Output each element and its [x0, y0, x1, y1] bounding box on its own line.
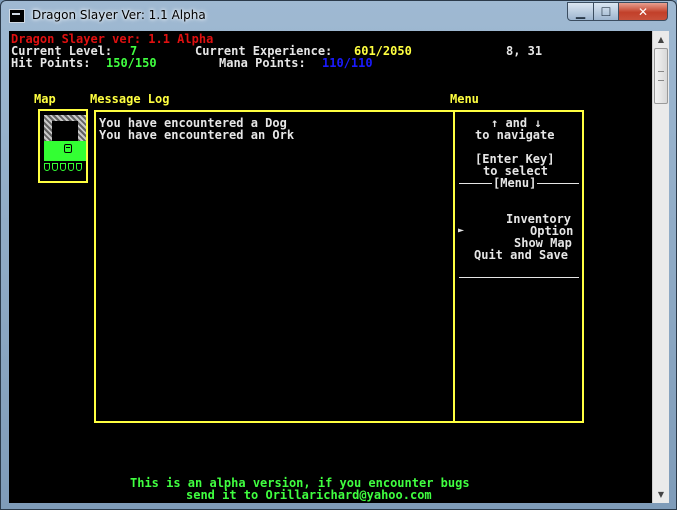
menu-label: Menu [450, 92, 479, 106]
map-water-tiles [44, 163, 86, 173]
map-label: Map [34, 92, 56, 106]
hp-value: 150/150 [106, 56, 157, 70]
console-area[interactable]: Dragon Slayer ver: 1.1 Alpha Current Lev… [9, 31, 652, 503]
console-window: Dragon Slayer Ver: 1.1 Alpha ▁ ☐ ✕ Drago… [0, 0, 677, 510]
hp-label: Hit Points: [11, 56, 98, 70]
vertical-scrollbar[interactable]: ▲ ▼ [652, 31, 669, 503]
mp-value: 110/110 [322, 56, 373, 70]
mini-map [38, 109, 88, 183]
map-doorway [52, 121, 78, 141]
maximize-icon: ☐ [600, 4, 612, 19]
scroll-down-icon[interactable]: ▼ [653, 486, 669, 503]
player-icon [64, 144, 72, 153]
message-log-label: Message Log [90, 92, 170, 106]
footer-contact: send it to Orillarichard@yahoo.com [186, 488, 432, 502]
water-tile [52, 163, 58, 171]
log-message: You have encountered an Ork [99, 128, 295, 142]
coordinates: 8, 31 [506, 44, 543, 58]
title-bar[interactable]: Dragon Slayer Ver: 1.1 Alpha ▁ ☐ ✕ [1, 1, 677, 31]
water-tile [44, 163, 50, 171]
window-title: Dragon Slayer Ver: 1.1 Alpha [32, 8, 206, 22]
water-tile [76, 163, 82, 171]
minimize-icon: ▁ [575, 4, 586, 19]
scroll-thumb[interactable] [654, 48, 668, 104]
message-log-box [94, 110, 455, 423]
maximize-button[interactable]: ☐ [593, 2, 619, 21]
close-button[interactable]: ✕ [618, 2, 668, 21]
close-icon: ✕ [637, 4, 649, 19]
selector-arrow-icon: ► [458, 225, 465, 236]
water-tile [68, 163, 74, 171]
mp-label: Mana Points: [219, 56, 313, 70]
menu-divider [459, 277, 579, 278]
scroll-up-icon[interactable]: ▲ [653, 31, 669, 48]
menu-item-quit-and-save[interactable]: Quit and Save [474, 249, 568, 261]
minimize-button[interactable]: ▁ [567, 2, 594, 21]
map-grass-tiles [44, 141, 86, 161]
app-icon [9, 9, 25, 23]
menu-section-title: [Menu] [492, 176, 538, 190]
water-tile [60, 163, 66, 171]
nav-hint-text: to navigate [475, 128, 555, 142]
